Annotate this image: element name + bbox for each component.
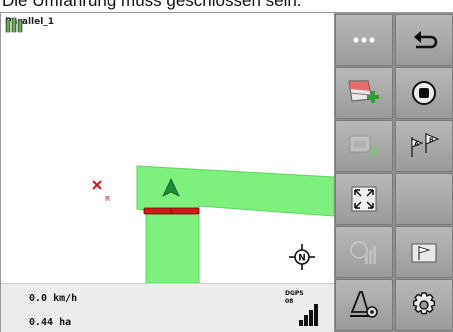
- field-add-icon: [348, 80, 379, 103]
- svg-text:B: B: [429, 137, 434, 144]
- svg-text:A: A: [414, 141, 419, 148]
- caption-text: Die Umfahrung muss geschlossen sein.: [2, 0, 302, 10]
- add-field-boundary-button[interactable]: [335, 67, 393, 119]
- flag-map-icon: [411, 243, 437, 263]
- empty-slot: [395, 173, 453, 225]
- headland-add-icon: [349, 135, 379, 158]
- area-readout: 0.44 ha: [29, 317, 72, 328]
- settings-button[interactable]: [395, 279, 453, 331]
- stop-icon: [412, 81, 436, 105]
- stop-recording-button[interactable]: [395, 67, 453, 119]
- ab-line-button[interactable]: A B: [395, 120, 453, 172]
- gps-satellites: 08: [285, 298, 294, 305]
- field-flag-button[interactable]: [395, 226, 453, 278]
- status-bar: 0.0 km/h 0.44 ha DGPS 08: [1, 283, 334, 332]
- implement-settings-button[interactable]: [335, 279, 393, 331]
- more-options-button[interactable]: [335, 14, 393, 66]
- ab-flag-icon: A B: [411, 133, 440, 157]
- north-compass-icon[interactable]: N: [289, 244, 315, 270]
- gps-status: DGPS: [285, 290, 304, 297]
- point-marker-label: R: [105, 195, 110, 203]
- fullscreen-button[interactable]: [335, 173, 393, 225]
- implement-gear-icon: [350, 291, 378, 318]
- point-marker-icon: [92, 180, 102, 190]
- return-arrow-icon: [414, 31, 438, 49]
- map-view[interactable]: R N Parallel_1: [1, 13, 334, 283]
- section-control-button[interactable]: [335, 226, 393, 278]
- speed-readout: 0.0 km/h: [29, 293, 78, 304]
- field-title: Parallel_1: [5, 17, 54, 33]
- softkey-panel: A B: [334, 13, 453, 332]
- map-canvas: R N: [92, 165, 334, 283]
- worked-area: [136, 165, 334, 283]
- dots-icon: [353, 37, 375, 43]
- expand-icon: [351, 186, 377, 212]
- implement-bar: [143, 207, 200, 215]
- gear-icon: [413, 292, 435, 315]
- gps-indicator: DGPS 08: [285, 290, 325, 330]
- svg-text:N: N: [298, 254, 306, 264]
- add-headland-button[interactable]: [335, 120, 393, 172]
- guidance-screen: R N Parallel_1 0.0 km/h 0.44 ha DGPS 08 …: [0, 12, 453, 332]
- section-control-icon: [350, 241, 376, 264]
- back-button[interactable]: [395, 14, 453, 66]
- field-tractor-icon: [5, 17, 23, 33]
